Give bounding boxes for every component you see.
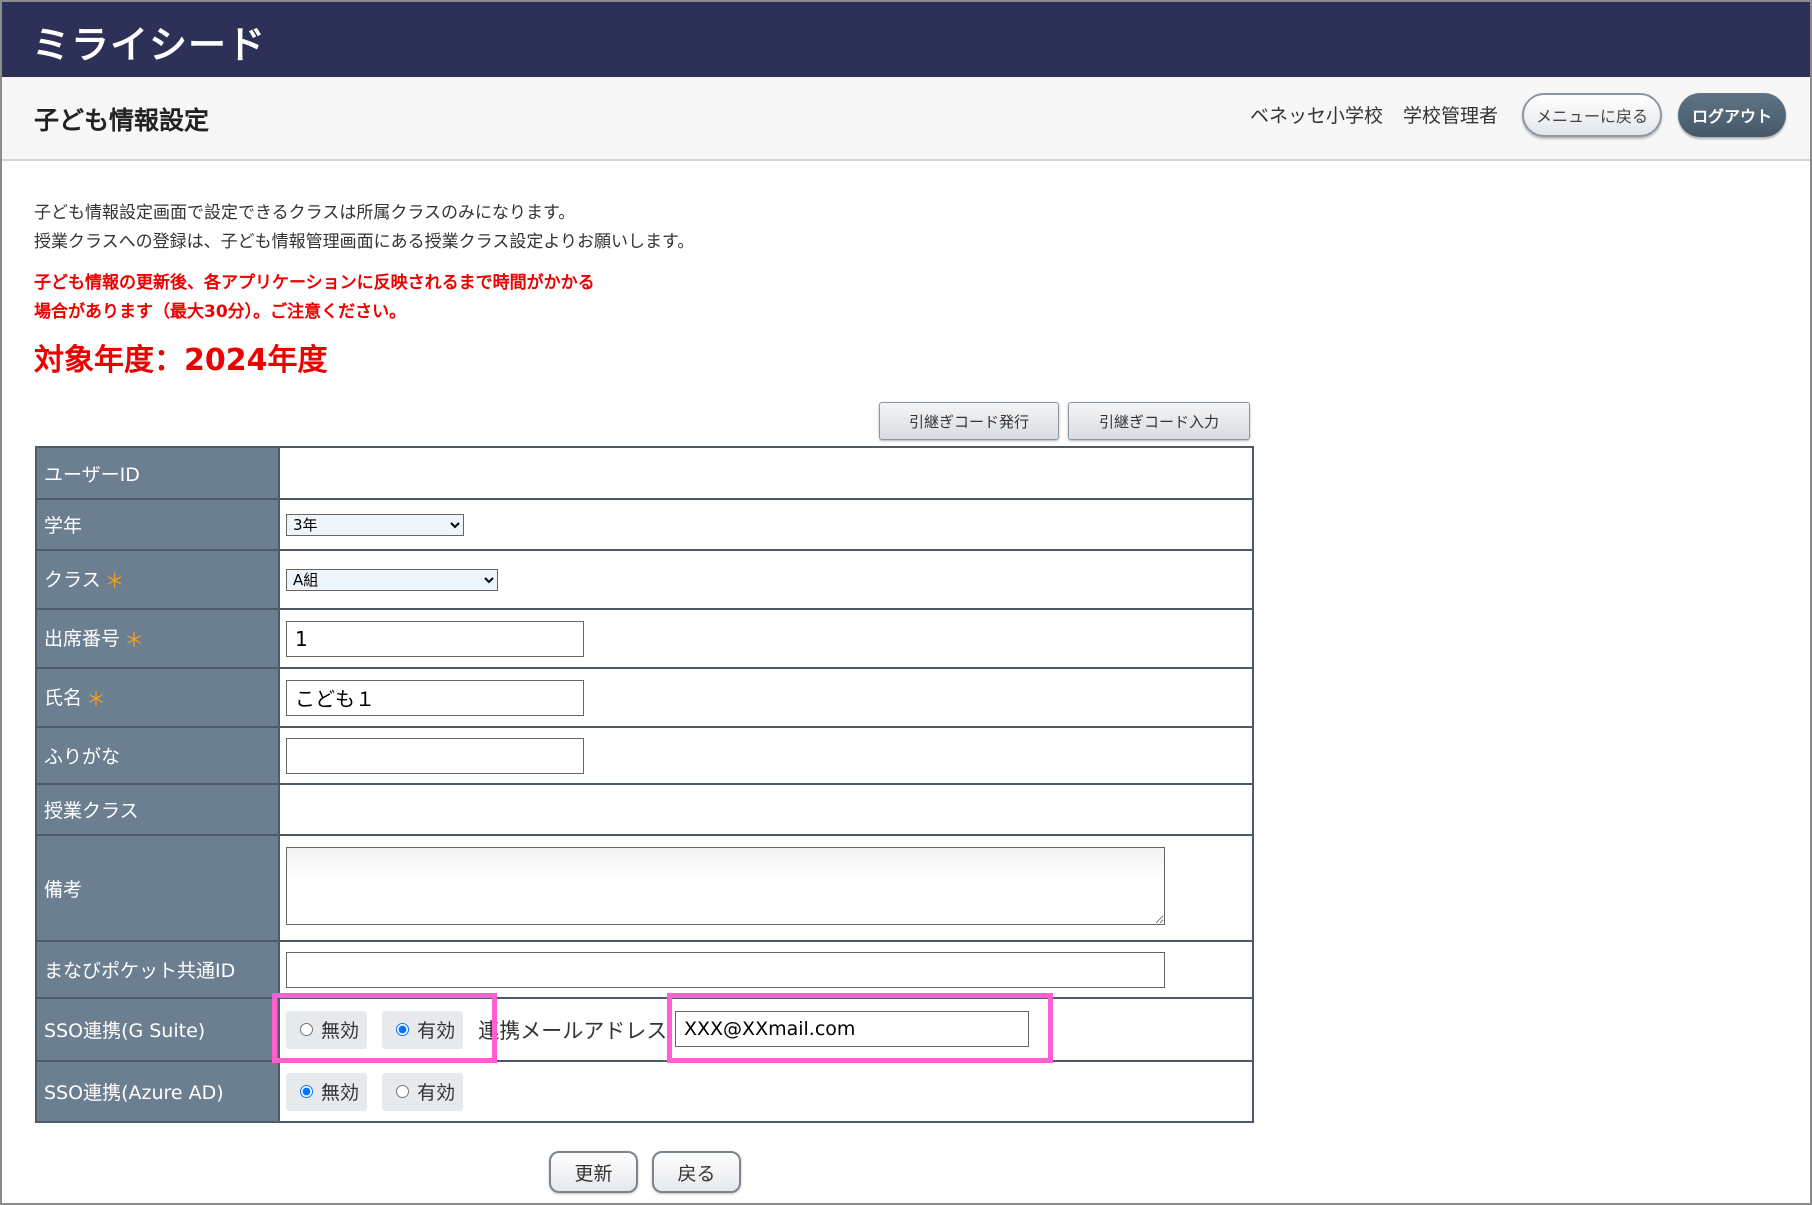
class-label-text: クラス — [44, 569, 101, 591]
back-to-menu-button[interactable]: メニューに戻る — [1522, 93, 1662, 137]
azure-enabled-label: 有効 — [417, 1082, 456, 1104]
input-transfer-code-button[interactable]: 引継ぎコード入力 — [1068, 402, 1250, 440]
row-sso-gsuite: SSO連携(G Suite) 無効 有効 連携メールアドレス — [35, 997, 1254, 1062]
update-button[interactable]: 更新 — [549, 1151, 638, 1193]
attendance-number-input[interactable] — [286, 620, 584, 657]
class-select[interactable]: A組 — [286, 568, 498, 591]
gsuite-disabled-radio-input[interactable] — [300, 1023, 313, 1036]
grade-select[interactable]: 3年 — [286, 513, 464, 536]
gsuite-enabled-label: 有効 — [417, 1020, 456, 1042]
back-button[interactable]: 戻る — [652, 1151, 741, 1193]
label-attendance: 出席番号＊ — [35, 608, 280, 669]
label-lesson-class: 授業クラス — [35, 783, 280, 836]
gsuite-disabled-label: 無効 — [321, 1020, 360, 1042]
warning-text-1: 子ども情報の更新後、各アプリケーションに反映されるまで時間がかかる — [34, 273, 595, 293]
info-text-2: 授業クラスへの登録は、子ども情報管理画面にある授業クラス設定よりお願いします。 — [34, 232, 695, 252]
label-manabi-id: まなびポケット共通ID — [35, 940, 280, 999]
row-sso-azure: SSO連携(Azure AD) 無効 有効 — [35, 1060, 1254, 1123]
azure-disabled-label: 無効 — [321, 1082, 360, 1104]
name-label-text: 氏名 — [44, 687, 83, 709]
azure-enabled-radio[interactable]: 有効 — [382, 1072, 464, 1111]
azure-disabled-radio-input[interactable] — [300, 1085, 313, 1098]
label-furigana: ふりがな — [35, 726, 280, 785]
warning-text-2: 場合があります（最大30分）。ご注意ください。 — [34, 302, 407, 322]
gsuite-enabled-radio[interactable]: 有効 — [382, 1010, 464, 1049]
gsuite-disabled-radio[interactable]: 無効 — [286, 1010, 368, 1049]
label-class: クラス＊ — [35, 549, 280, 610]
page-title: 子ども情報設定 — [34, 106, 210, 135]
azure-enabled-radio-input[interactable] — [396, 1085, 410, 1098]
app-logo: ミライシード — [32, 23, 267, 67]
label-name: 氏名＊ — [35, 667, 280, 728]
label-sso-gsuite: SSO連携(G Suite) — [35, 997, 280, 1062]
furigana-input[interactable] — [286, 737, 584, 774]
row-attendance: 出席番号＊ — [35, 608, 1254, 669]
school-name: ベネッセ小学校 — [1250, 105, 1384, 127]
row-grade: 学年 3年 — [35, 498, 1254, 551]
row-user-id: ユーザーID — [35, 446, 1254, 500]
child-info-form: ユーザーID 学年 3年 クラス＊ A組 出席番号＊ 氏名＊ ふりがな 授業クラ… — [35, 446, 1254, 1123]
attendance-label-text: 出席番号 — [44, 628, 121, 650]
top-bar: ミライシード — [2, 2, 1810, 77]
label-grade: 学年 — [35, 498, 280, 551]
azure-disabled-radio[interactable]: 無効 — [286, 1072, 368, 1111]
required-mark: ＊ — [124, 628, 145, 652]
name-input[interactable] — [286, 679, 584, 716]
email-label: 連携メールアドレス — [478, 1018, 668, 1043]
row-name: 氏名＊ — [35, 667, 1254, 728]
row-manabi-id: まなびポケット共通ID — [35, 940, 1254, 999]
user-id-value — [278, 446, 1254, 500]
lesson-class-value — [278, 783, 1254, 836]
row-memo: 備考 — [35, 834, 1254, 942]
gsuite-enabled-radio-input[interactable] — [396, 1023, 410, 1036]
info-text-1: 子ども情報設定画面で設定できるクラスは所属クラスのみになります。 — [34, 203, 576, 223]
label-user-id: ユーザーID — [35, 446, 280, 500]
logout-button[interactable]: ログアウト — [1678, 93, 1786, 137]
required-mark: ＊ — [86, 687, 107, 711]
row-lesson-class: 授業クラス — [35, 783, 1254, 836]
issue-transfer-code-button[interactable]: 引継ぎコード発行 — [879, 402, 1059, 440]
label-sso-azure: SSO連携(Azure AD) — [35, 1060, 280, 1123]
manabi-pocket-id-input[interactable] — [286, 951, 1165, 988]
row-class: クラス＊ A組 — [35, 549, 1254, 610]
target-year: 対象年度：2024年度 — [34, 343, 328, 378]
user-role: 学校管理者 — [1403, 105, 1499, 127]
memo-textarea[interactable] — [286, 847, 1165, 925]
sso-email-input[interactable] — [675, 1011, 1029, 1047]
label-memo: 備考 — [35, 834, 280, 942]
required-mark: ＊ — [104, 569, 125, 593]
row-furigana: ふりがな — [35, 726, 1254, 785]
